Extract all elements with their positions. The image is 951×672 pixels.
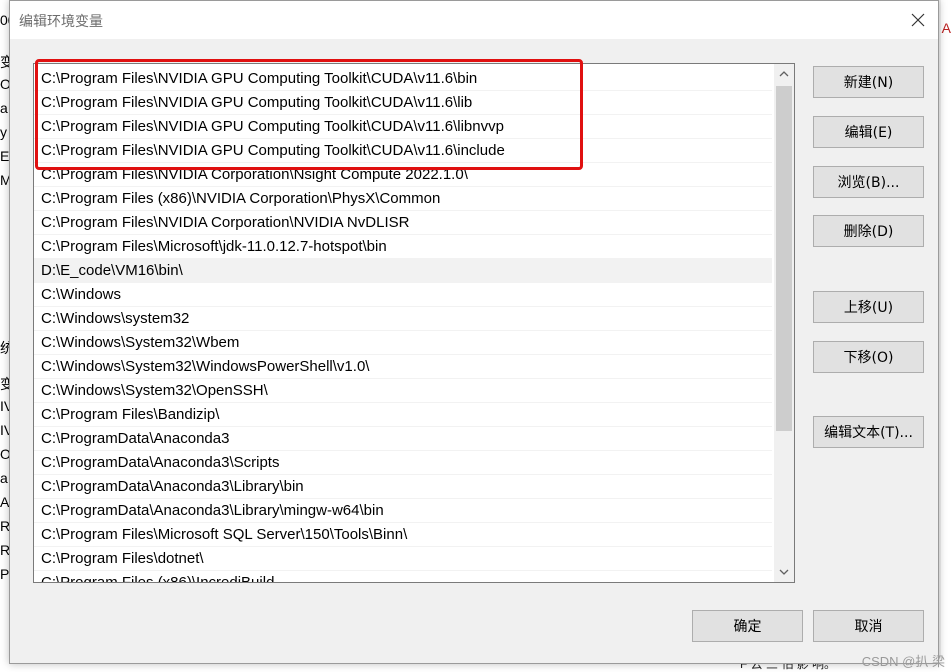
list-item[interactable]: C:\ProgramData\Anaconda3\Library\mingw-w… xyxy=(34,499,772,523)
background-text-fragment: P xyxy=(0,566,10,582)
watermark: CSDN @扒 梁 xyxy=(861,654,945,669)
background-window-right-edge: A xyxy=(941,0,951,672)
list-item[interactable]: C:\Program Files\NVIDIA GPU Computing To… xyxy=(34,115,772,139)
path-list-items: C:\Program Files\NVIDIA GPU Computing To… xyxy=(34,67,772,582)
list-item[interactable]: C:\ProgramData\Anaconda3\Scripts xyxy=(34,451,772,475)
list-item[interactable]: C:\ProgramData\Anaconda3 xyxy=(34,427,772,451)
list-item[interactable]: C:\Program Files (x86)\NVIDIA Corporatio… xyxy=(34,187,772,211)
chevron-down-icon xyxy=(779,569,789,575)
list-item[interactable]: C:\Program Files\Bandizip\ xyxy=(34,403,772,427)
list-item[interactable]: D:\E_code\VM16\bin\ xyxy=(34,259,772,283)
vertical-scrollbar[interactable] xyxy=(774,64,794,582)
list-item[interactable]: C:\Windows\System32\WindowsPowerShell\v1… xyxy=(34,355,772,379)
new-button[interactable]: 新建(N) xyxy=(813,66,924,98)
dialog-titlebar[interactable]: 编辑环境变量 xyxy=(10,1,938,39)
scrollbar-thumb[interactable] xyxy=(776,86,792,431)
list-item[interactable]: C:\Program Files\Microsoft SQL Server\15… xyxy=(34,523,772,547)
list-item[interactable]: C:\Program Files\NVIDIA GPU Computing To… xyxy=(34,139,772,163)
edit-environment-variable-dialog: 编辑环境变量 C:\Program Files\NVIDIA GPU Compu… xyxy=(9,0,939,664)
browse-button[interactable]: 浏览(B)... xyxy=(813,166,924,198)
chevron-up-icon xyxy=(779,71,789,77)
ok-button[interactable]: 确定 xyxy=(692,610,803,642)
background-text-fragment: E xyxy=(0,148,10,164)
list-item[interactable]: C:\Program Files (x86)\IncrediBuild xyxy=(34,571,772,582)
list-item[interactable]: C:\Windows\System32\Wbem xyxy=(34,331,772,355)
close-icon xyxy=(911,13,925,27)
scroll-up-button[interactable] xyxy=(774,64,794,84)
edit-text-button[interactable]: 编辑文本(T)... xyxy=(813,416,924,448)
background-text-fragment: A xyxy=(941,20,951,36)
list-item[interactable]: C:\Program Files\NVIDIA GPU Computing To… xyxy=(34,67,772,91)
list-item[interactable]: C:\Program Files\NVIDIA Corporation\Nsig… xyxy=(34,163,772,187)
list-item[interactable]: C:\Windows\system32 xyxy=(34,307,772,331)
cancel-button[interactable]: 取消 xyxy=(813,610,924,642)
background-text-fragment: a xyxy=(0,100,8,116)
list-item[interactable]: C:\Program Files\NVIDIA Corporation\NVID… xyxy=(34,211,772,235)
list-item[interactable]: C:\Program Files\dotnet\ xyxy=(34,547,772,571)
path-list[interactable]: C:\Program Files\NVIDIA GPU Computing To… xyxy=(33,63,795,583)
list-item[interactable]: C:\ProgramData\Anaconda3\Library\bin xyxy=(34,475,772,499)
list-item[interactable]: C:\Program Files\NVIDIA GPU Computing To… xyxy=(34,91,772,115)
close-button[interactable] xyxy=(903,5,933,35)
list-item[interactable]: C:\Windows\System32\OpenSSH\ xyxy=(34,379,772,403)
list-item[interactable]: C:\Program Files\Microsoft\jdk-11.0.12.7… xyxy=(34,235,772,259)
move-up-button[interactable]: 上移(U) xyxy=(813,291,924,323)
move-down-button[interactable]: 下移(O) xyxy=(813,341,924,373)
delete-button[interactable]: 删除(D) xyxy=(813,215,924,247)
scroll-down-button[interactable] xyxy=(774,562,794,582)
edit-button[interactable]: 编辑(E) xyxy=(813,116,924,148)
background-text-fragment: A xyxy=(0,494,10,510)
list-item[interactable]: C:\Windows xyxy=(34,283,772,307)
background-text-fragment: y xyxy=(0,124,7,140)
dialog-title: 编辑环境变量 xyxy=(19,14,103,30)
background-text-fragment: a xyxy=(0,470,8,486)
